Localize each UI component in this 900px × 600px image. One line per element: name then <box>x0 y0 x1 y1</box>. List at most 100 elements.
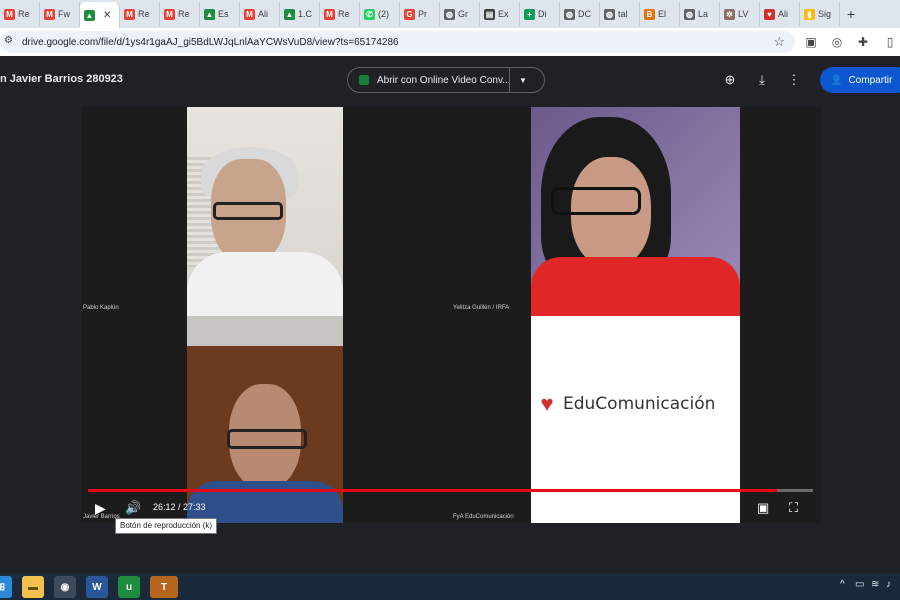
add-person-icon: 👤 <box>830 74 843 86</box>
share-button[interactable]: 👤 Compartir <box>820 67 900 93</box>
progress-bar[interactable] <box>88 489 813 492</box>
teams-icon[interactable]: T <box>150 576 178 598</box>
browser-tab[interactable]: M Re <box>320 2 360 26</box>
browser-tab[interactable]: + Di <box>520 2 560 26</box>
chrome-icon[interactable]: ◉ <box>54 576 76 598</box>
gmail-icon: M <box>4 8 15 20</box>
settings-gear-icon[interactable]: ⚙ <box>725 500 737 516</box>
tab-label: Re <box>18 9 30 19</box>
address-url[interactable]: drive.google.com/file/d/1ys4r1gaAJ_gi5Bd… <box>22 37 399 48</box>
file-title: n Javier Barrios 280923 <box>0 73 123 85</box>
close-tab-icon[interactable]: ✕ <box>103 10 111 21</box>
browser-tab[interactable]: ▮ Sig <box>800 2 840 26</box>
participant-tile-yelitza <box>531 107 740 316</box>
tab-label: tal <box>618 9 628 19</box>
educomunicacion-logo: ♥ EduComunicación <box>535 392 715 416</box>
browser-tab[interactable]: ✆ (2) <box>360 2 400 26</box>
browser-tab[interactable]: ◍ Gr <box>440 2 480 26</box>
browser-tab[interactable]: ▲ Es <box>200 2 240 26</box>
browser-tab[interactable]: ▲ ✕ <box>80 2 120 28</box>
captions-icon[interactable]: ⊟ <box>693 500 704 516</box>
fullscreen-icon[interactable]: ⛶ <box>789 500 798 516</box>
video-player[interactable]: Pablo Kaplún Javier Barrios Yelitza Guil… <box>81 107 821 523</box>
tab-label: El <box>658 9 667 19</box>
app-u-icon[interactable]: u <box>118 576 140 598</box>
volume-tray-icon[interactable]: ♪ <box>886 579 891 590</box>
tab-label: Ali <box>258 9 269 19</box>
extensions-puzzle-icon[interactable]: ✚ <box>855 34 871 50</box>
leaf-icon: ✲ <box>724 8 735 20</box>
gmail-icon: M <box>44 8 55 20</box>
site-info-icon[interactable]: ⚙ <box>4 35 18 49</box>
doc-icon: ▤ <box>484 8 495 20</box>
tab-label: Es <box>218 9 229 19</box>
add-shortcut-icon[interactable]: ⊕ <box>722 72 738 88</box>
play-tooltip: Botón de reproducción (k) <box>115 518 218 534</box>
tab-label: 1.C <box>298 9 313 19</box>
tab-label: Sig <box>818 9 832 19</box>
browser-tab[interactable]: M Re <box>0 2 40 26</box>
glasses <box>227 429 307 449</box>
shirt <box>187 481 343 523</box>
brand-text: EduComunicación <box>563 394 716 414</box>
word-icon[interactable]: W <box>86 576 108 598</box>
tab-label: Ali <box>778 9 789 19</box>
heart-logo-icon: ♥ <box>764 8 775 20</box>
browser-tab[interactable]: M Re <box>160 2 200 26</box>
gmail-icon: M <box>124 8 135 20</box>
browser-tab[interactable]: ✲ LV <box>720 2 760 26</box>
browser-tab[interactable]: ◍ tal <box>600 2 640 26</box>
network-icon[interactable]: ▭ <box>855 579 864 590</box>
browser-tab[interactable]: ♥ Ali <box>760 2 800 26</box>
news-icon: B <box>644 8 655 20</box>
participant-name: FyA EduComunicación <box>453 514 514 520</box>
play-icon[interactable]: ▶ <box>95 500 106 516</box>
open-with-label: Abrir con Online Video Conv... <box>377 74 509 86</box>
wifi-icon[interactable]: ≋ <box>871 579 879 590</box>
file-explorer-icon[interactable]: ▬ <box>22 576 44 598</box>
participant-name: Pablo Kaplún <box>83 305 119 311</box>
tab-label: Ex <box>498 9 509 19</box>
share-label: Compartir <box>848 74 893 86</box>
gmail-icon: M <box>164 8 175 20</box>
download-icon[interactable]: ⤓ <box>754 72 770 88</box>
tab-label: LV <box>738 9 749 19</box>
tab-label: Fw <box>58 9 70 19</box>
glasses <box>213 202 283 220</box>
sidebar-icon[interactable]: ▯ <box>882 34 898 50</box>
tray-chevron-icon[interactable]: ^ <box>840 579 845 590</box>
address-bar[interactable]: ⚙ drive.google.com/file/d/1ys4r1gaAJ_gi5… <box>0 31 795 53</box>
more-options-icon[interactable]: ⋮ <box>786 72 802 88</box>
browser-tab[interactable]: ◍ La <box>680 2 720 26</box>
tab-label: Pr <box>418 9 427 19</box>
gmail-icon: M <box>244 8 255 20</box>
extension-icon[interactable]: ▣ <box>803 34 819 50</box>
start-icon[interactable]: ⊞ <box>0 576 12 598</box>
miniplayer-icon[interactable]: ▣ <box>757 500 769 516</box>
gmail-icon: M <box>324 8 335 20</box>
browser-tab[interactable]: M Ali <box>240 2 280 26</box>
globe-icon: ◍ <box>564 8 575 20</box>
tab-label: Re <box>338 9 350 19</box>
copilot-icon[interactable]: ◎ <box>829 34 845 50</box>
browser-tab[interactable]: ▤ Ex <box>480 2 520 26</box>
tab-strip: M Re M Fw ▲ ✕ M Re M Re ▲ Es M Ali ▲ 1.C M Re ✆ (2) G Pr ◍ Gr ▤ E… <box>0 0 900 28</box>
new-tab-button[interactable]: + <box>840 6 862 22</box>
browser-tab[interactable]: B El <box>640 2 680 26</box>
shirt <box>187 252 343 316</box>
tab-label: Re <box>178 9 190 19</box>
heart-logo-icon: ♥ <box>540 391 554 416</box>
browser-tab[interactable]: M Re <box>120 2 160 26</box>
tab-label: La <box>698 9 709 19</box>
tab-label: Di <box>538 9 547 19</box>
volume-icon[interactable]: 🔊 <box>125 500 141 516</box>
browser-tab[interactable]: ▲ 1.C <box>280 2 320 26</box>
browser-tab[interactable]: G Pr <box>400 2 440 26</box>
bookmark-star-icon[interactable]: ☆ <box>773 34 785 50</box>
google-drive-icon: ▲ <box>284 8 295 20</box>
browser-tab[interactable]: ◍ DC <box>560 2 600 26</box>
browser-toolbar: ⚙ drive.google.com/file/d/1ys4r1gaAJ_gi5… <box>0 28 900 56</box>
chevron-down-icon[interactable]: ▼ <box>510 76 536 85</box>
open-with-button[interactable]: Abrir con Online Video Conv... ▼ <box>347 67 545 93</box>
browser-tab[interactable]: M Fw <box>40 2 80 26</box>
